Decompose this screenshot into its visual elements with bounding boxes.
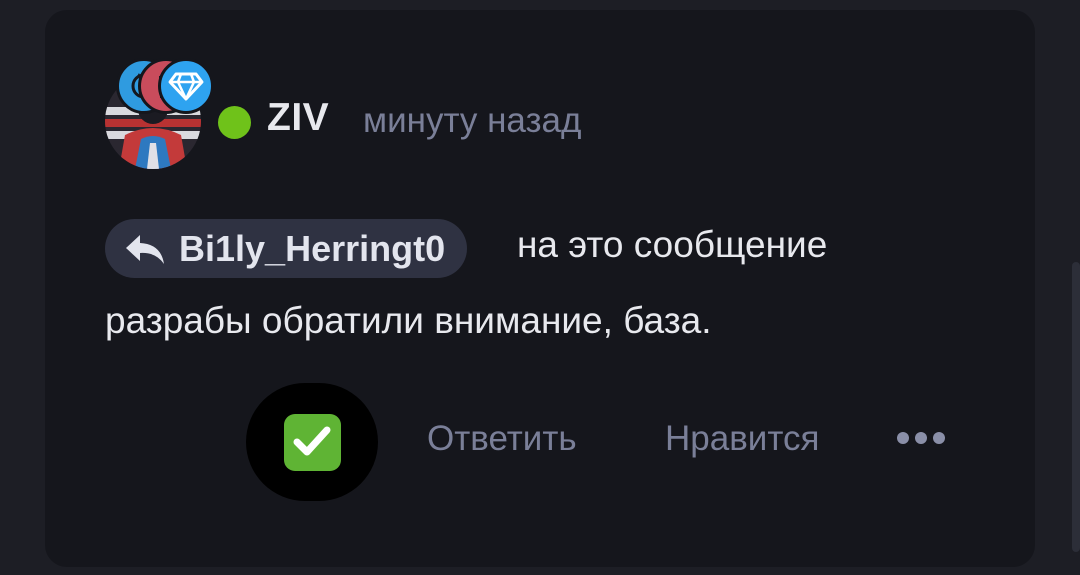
online-status-indicator	[218, 106, 251, 139]
check-mark-button-emoji	[283, 413, 341, 471]
author-name[interactable]: ZIV	[267, 96, 329, 140]
scrollbar[interactable]	[1072, 262, 1080, 552]
reaction-button[interactable]	[246, 383, 378, 501]
like-button[interactable]: Нравится	[665, 419, 819, 459]
comment-text: разрабы обратили внимание, база.	[105, 300, 712, 341]
reply-arrow-icon	[126, 234, 164, 264]
more-dots-icon[interactable]	[897, 427, 945, 449]
more-dot	[915, 432, 927, 444]
reply-to-username: Bi1ly_Herringt0	[179, 227, 446, 269]
author-avatar-group[interactable]	[105, 58, 214, 169]
reply-to-chip[interactable]: Bi1ly_Herringt0	[105, 219, 468, 278]
comment-card: ZIV минуту назад Bi1ly_Herringt0 на это …	[45, 10, 1035, 567]
more-dot	[897, 432, 909, 444]
more-dot	[933, 432, 945, 444]
timestamp: минуту назад	[363, 101, 582, 140]
diamond-badge-icon	[158, 58, 214, 114]
reply-to-suffix: на это сообщение	[517, 224, 828, 265]
reply-button[interactable]: Ответить	[427, 419, 577, 459]
